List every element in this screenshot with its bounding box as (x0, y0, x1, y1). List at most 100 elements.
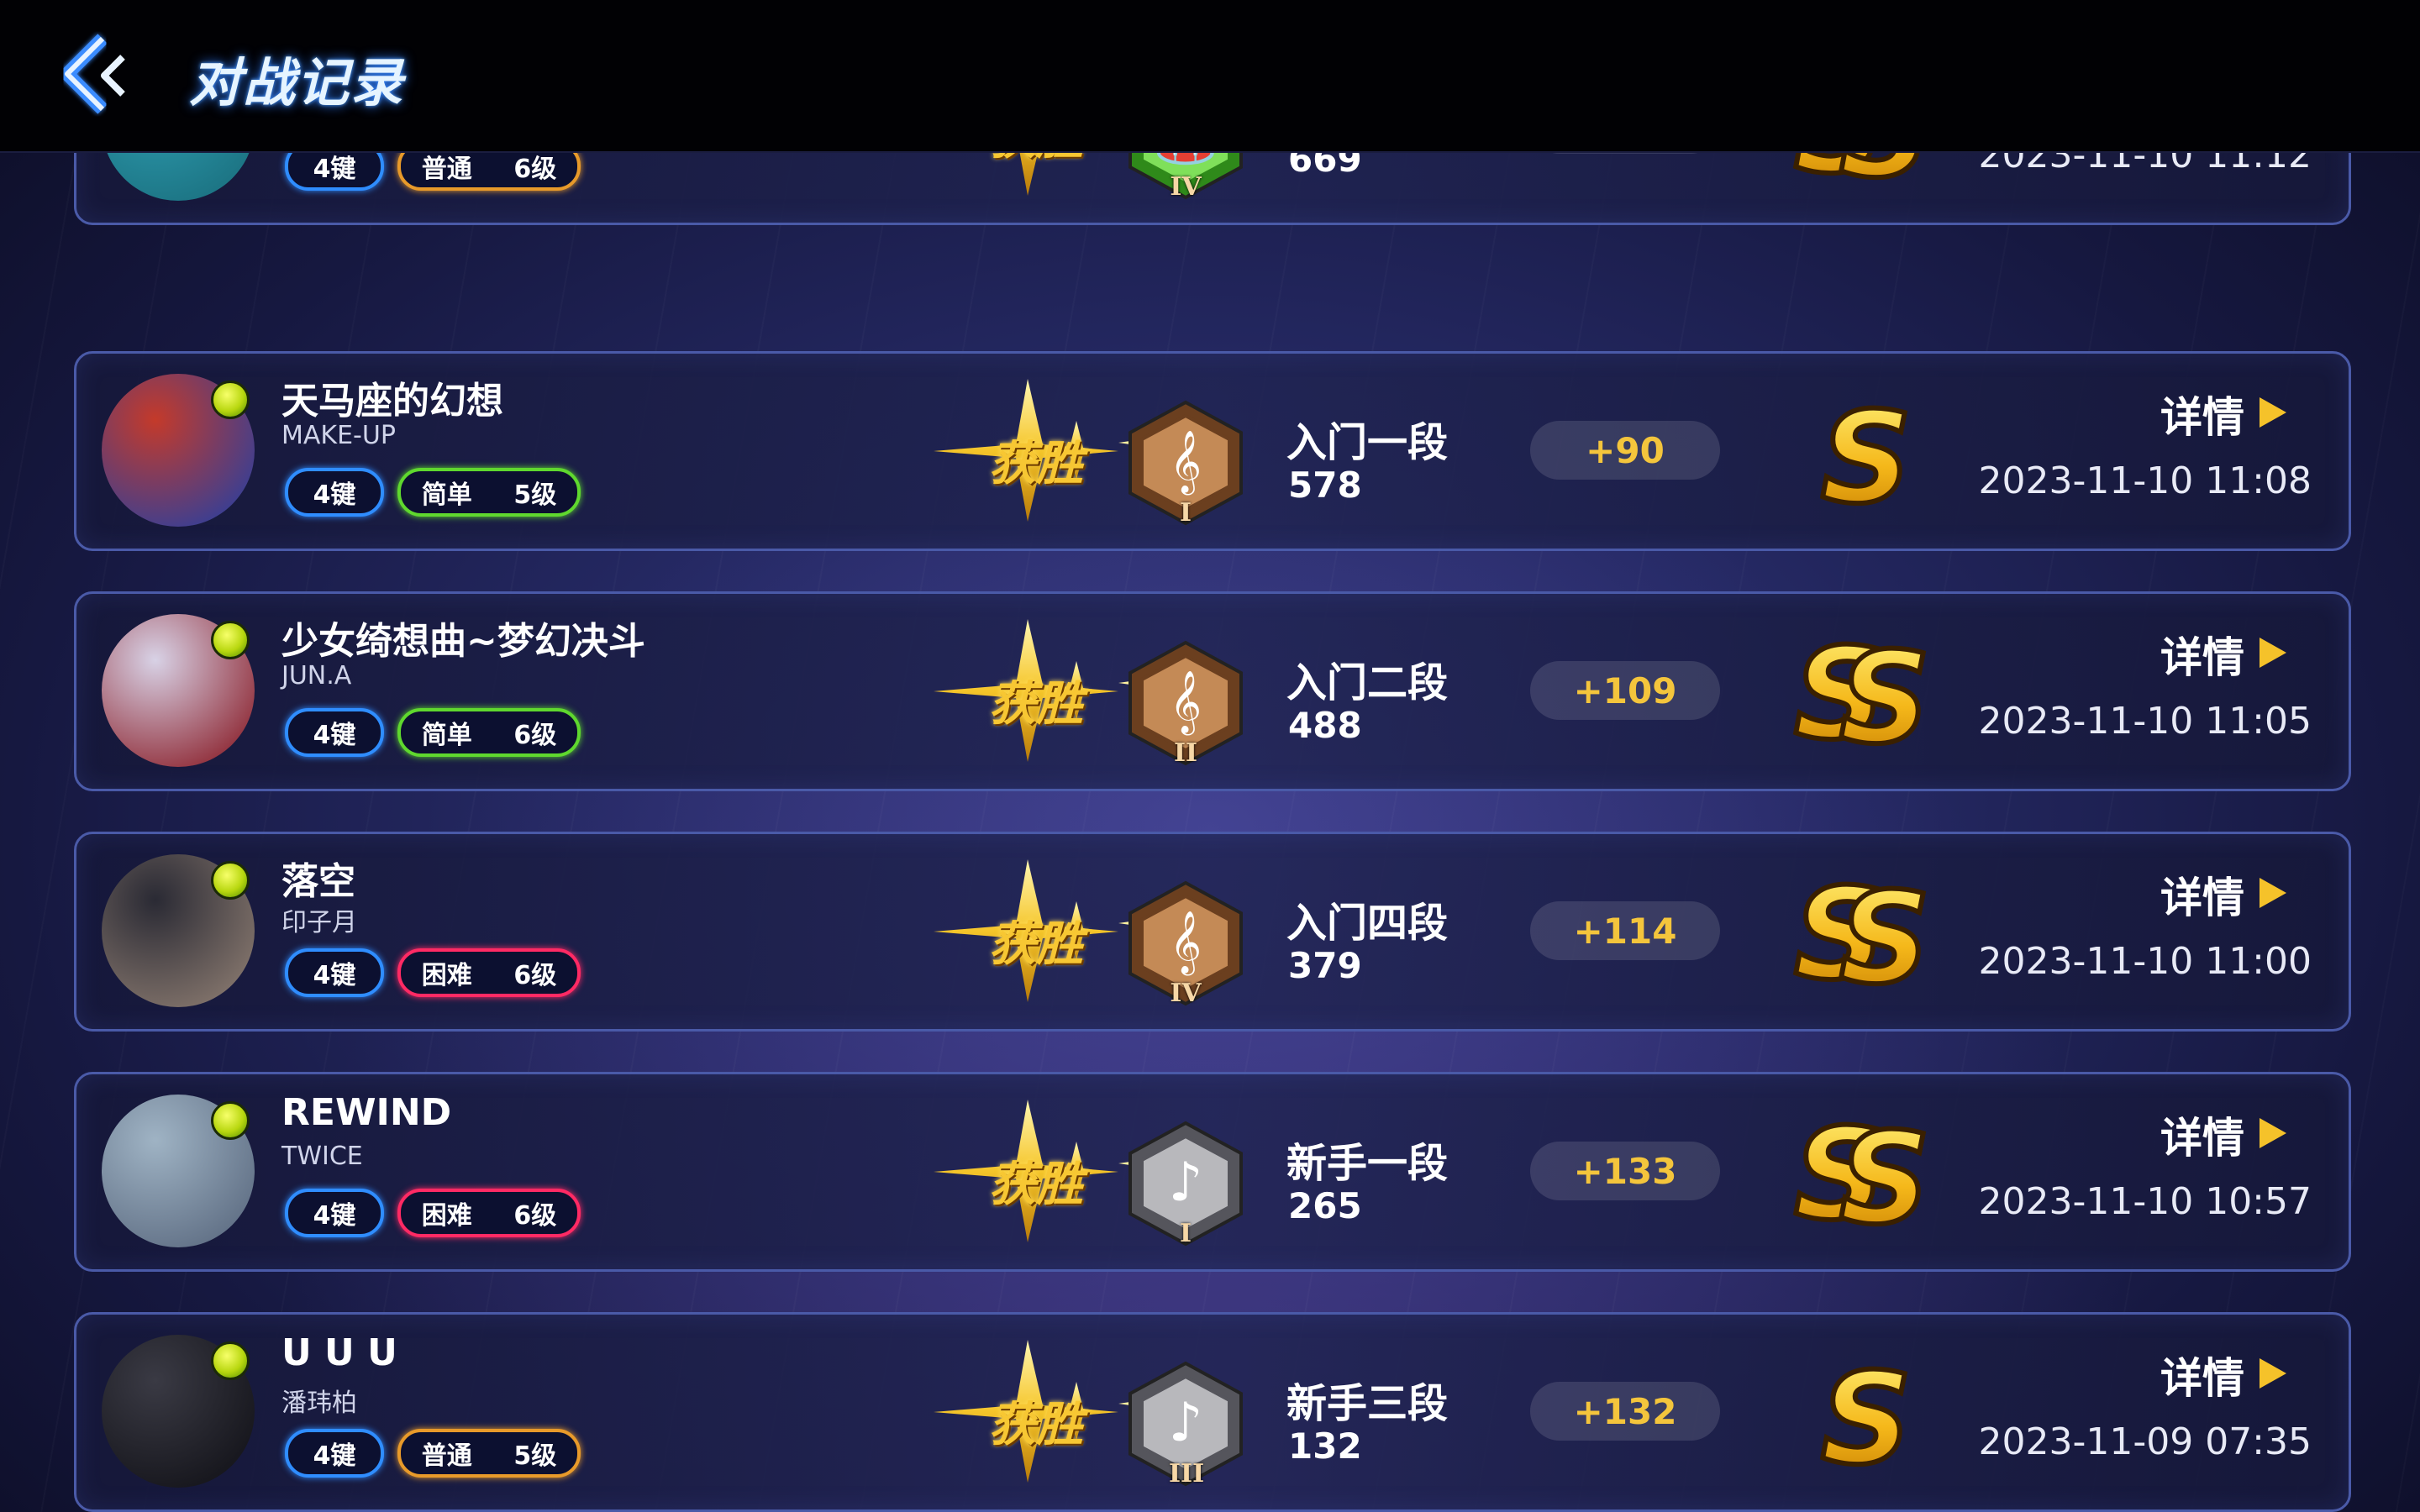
score-change: +114 (1530, 901, 1720, 960)
play-arrow-icon (2256, 1115, 2290, 1155)
victory-label: 获胜 (989, 917, 1083, 972)
top-bar: 对战记录 (0, 0, 2420, 153)
medal-icon (211, 1341, 250, 1380)
difficulty-badge: 困难 6级 (397, 948, 581, 997)
detail-label: 详情 (2160, 1114, 2244, 1163)
detail-label: 详情 (2160, 633, 2244, 682)
detail-button[interactable]: 详情 (2160, 1108, 2328, 1163)
song-artist: TWICE (281, 1142, 363, 1171)
victory-label: 获胜 (989, 1398, 1083, 1452)
svg-text:🥁: 🥁 (1152, 151, 1219, 167)
play-arrow-icon (2256, 874, 2290, 915)
song-artist: 印子月 (281, 908, 357, 937)
difficulty-level: 5级 (513, 480, 557, 510)
rank-name: 入门一段 (1286, 419, 1449, 466)
rank-tier: II (1173, 738, 1198, 768)
match-record-list[interactable]: Lulleaux /Kid Princess4键普通6级 获胜 🥁 IV进阶四段… (0, 151, 2420, 1512)
difficulty-name: 简单 (421, 721, 472, 750)
record-card[interactable]: U U U 潘玮柏 4键 普通 5级 获胜 ♪ III 新手三段 132 +132 (74, 1312, 2351, 1512)
difficulty-badge: 简单 6级 (397, 708, 581, 757)
rank-name: 入门四段 (1286, 900, 1449, 947)
rank-score: 578 (1288, 465, 1362, 506)
rank-score: 669 (1288, 151, 1362, 180)
song-artist: 潘玮柏 (281, 1389, 357, 1418)
detail-button[interactable]: 详情 (2160, 627, 2328, 682)
record-date: 2023-11-09 07:35 (1978, 1420, 2312, 1463)
detail-button[interactable]: 详情 (2160, 387, 2328, 442)
victory-label: 获胜 (989, 677, 1083, 732)
record-date: 2023-11-10 11:08 (1978, 459, 2312, 502)
rank-tier: I (1179, 498, 1192, 528)
detail-label: 详情 (2160, 874, 2244, 922)
key-mode-badge: 4键 (285, 1189, 384, 1237)
grade-badge: S S (1791, 1344, 1942, 1495)
record-card[interactable]: REWIND TWICE 4键 困难 6级 获胜 ♪ I 新手一段 265 +133 S (74, 1072, 2351, 1272)
svg-text:S: S (1839, 1106, 1930, 1247)
victory-label: 获胜 (989, 437, 1083, 491)
medal-icon (211, 621, 250, 659)
score-change: +90 (1530, 421, 1720, 480)
rank-tier: IV (1170, 979, 1202, 1008)
rank-score: 379 (1288, 945, 1362, 986)
song-artist: MAKE-UP (281, 421, 396, 450)
svg-text:𝄞: 𝄞 (1170, 431, 1202, 496)
svg-text:♪: ♪ (1169, 1152, 1203, 1214)
score-change: +109 (1530, 661, 1720, 720)
detail-button[interactable]: 详情 (2160, 868, 2328, 922)
grade-badge: S S SS (1791, 151, 1942, 208)
grade-badge: S S SS (1791, 619, 1942, 774)
rank-tier: III (1169, 1459, 1205, 1488)
rank-score: 265 (1288, 1185, 1362, 1226)
difficulty-level: 5级 (513, 1441, 557, 1471)
record-card[interactable]: Lulleaux /Kid Princess4键普通6级 获胜 🥁 IV进阶四段… (74, 151, 2351, 225)
difficulty-level: 6级 (513, 721, 557, 750)
grade-badge: S S (1791, 383, 1942, 534)
victory-label: 获胜 (989, 1158, 1083, 1212)
rank-score: 488 (1288, 705, 1362, 746)
medal-icon (211, 381, 250, 419)
rank-name: 新手一段 (1286, 1140, 1449, 1187)
record-date: 2023-11-10 11:00 (1978, 940, 2312, 983)
difficulty-name: 困难 (421, 1201, 472, 1231)
svg-text:S: S (1839, 626, 1930, 767)
difficulty-name: 普通 (421, 155, 472, 184)
rank-name: 新手三段 (1286, 1380, 1449, 1427)
medal-icon (211, 1101, 250, 1140)
detail-button[interactable]: 详情 (2160, 1348, 2328, 1403)
difficulty-badge: 困难 6级 (397, 1189, 581, 1237)
record-card[interactable]: 落空印子月 4键 困难 6级 获胜 𝄞 IV 入门四段379 +114 S (74, 832, 2351, 1032)
song-title: 落空 (281, 860, 355, 903)
detail-label: 详情 (2160, 393, 2244, 442)
song-title: U U U (281, 1331, 397, 1374)
difficulty-name: 简单 (421, 480, 472, 510)
difficulty-name: 普通 (421, 1441, 472, 1471)
key-mode-badge: 4键 (285, 948, 384, 997)
rank-tier: I (1179, 1219, 1192, 1248)
rank-name: 入门二段 (1286, 659, 1449, 706)
record-date: 2023-11-10 11:12 (1978, 151, 2312, 176)
record-card[interactable]: 天马座的幻想 MAKE-UP 4键 简单 5级 获胜 𝄞 I 入门一段 578 +90 (74, 351, 2351, 551)
victory-label: 获胜 (989, 151, 1083, 168)
svg-text:S: S (1821, 1347, 1912, 1488)
difficulty-badge: 普通 6级 (397, 151, 581, 191)
play-arrow-icon (2256, 1355, 2290, 1395)
difficulty-badge: 简单 5级 (397, 468, 581, 517)
score-change: +132 (1530, 1382, 1720, 1441)
key-mode-badge: 4键 (285, 468, 384, 517)
difficulty-badge: 普通 5级 (397, 1429, 581, 1478)
song-artist: JUN.A (281, 661, 352, 690)
back-button[interactable] (50, 25, 151, 126)
svg-text:𝄞: 𝄞 (1170, 671, 1202, 736)
difficulty-name: 困难 (421, 961, 472, 990)
page-title: 对战记录 (189, 52, 405, 113)
rank-tier: IV (1170, 172, 1202, 202)
key-mode-badge: 4键 (285, 1429, 384, 1478)
rank-score: 132 (1288, 1425, 1362, 1467)
song-title: REWIND (281, 1091, 452, 1134)
svg-text:𝄞: 𝄞 (1170, 911, 1202, 976)
detail-label: 详情 (2160, 1354, 2244, 1403)
record-card[interactable]: 少女绮想曲~梦幻决斗 JUN.A 4键 简单 6级 获胜 𝄞 II 入门二段 488 +109 (74, 591, 2351, 791)
difficulty-level: 6级 (513, 1201, 557, 1231)
back-arrow-icon (60, 34, 125, 114)
score-change: +133 (1530, 1142, 1720, 1200)
